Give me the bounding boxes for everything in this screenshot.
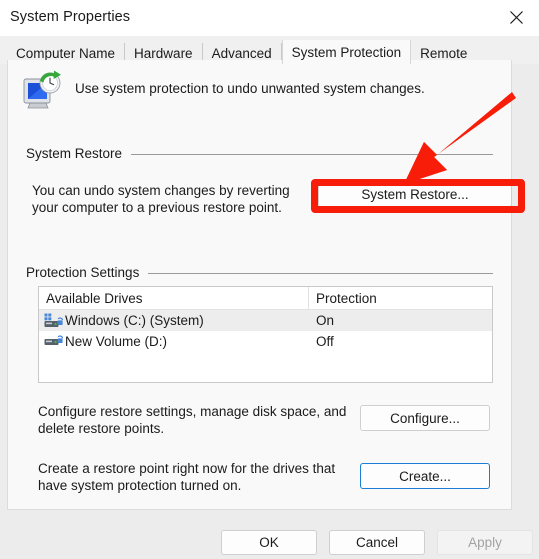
tab-label: System Protection xyxy=(291,44,402,60)
title-bar: System Properties xyxy=(0,0,539,36)
column-header-protection[interactable]: Protection xyxy=(309,287,492,309)
tab-label: Remote xyxy=(420,46,468,61)
cell-protection: Off xyxy=(316,334,334,349)
panel-header: Use system protection to undo unwanted s… xyxy=(20,70,500,112)
drive-label: New Volume (D:) xyxy=(65,334,168,349)
system-protection-icon xyxy=(23,70,61,109)
create-description: Create a restore point right now for the… xyxy=(38,461,336,493)
table-header-row: Available Drives Protection xyxy=(39,287,492,310)
drive-label: Windows (C:) (System) xyxy=(65,313,204,328)
drive-icon xyxy=(44,335,63,345)
cell-drive: Windows (C:) (System) xyxy=(39,313,309,328)
system-restore-button[interactable]: System Restore... xyxy=(318,182,512,207)
tab-label: Hardware xyxy=(134,46,193,61)
protection-settings-group-rule xyxy=(148,273,493,274)
system-restore-group-rule xyxy=(131,154,493,155)
table-row[interactable]: New Volume (D:) Off xyxy=(39,331,492,352)
tab-content-panel: Use system protection to undo unwanted s… xyxy=(7,60,512,510)
ok-button[interactable]: OK xyxy=(221,530,317,555)
configure-button[interactable]: Configure... xyxy=(360,405,490,431)
tab-label: Advanced xyxy=(211,46,272,61)
column-header-available-drives[interactable]: Available Drives xyxy=(39,287,309,309)
protection-settings-group-label: Protection Settings xyxy=(26,265,147,280)
tab-label: Computer Name xyxy=(16,46,116,61)
apply-button[interactable]: Apply xyxy=(437,530,533,555)
drives-table[interactable]: Available Drives Protection Windows (C:)… xyxy=(38,286,493,383)
panel-header-description: Use system protection to undo unwanted s… xyxy=(75,81,425,96)
cell-protection: On xyxy=(316,313,335,328)
tab-system-protection[interactable]: System Protection xyxy=(281,40,412,64)
window-title: System Properties xyxy=(10,9,131,25)
windows-drive-icon xyxy=(44,313,63,327)
close-icon[interactable] xyxy=(494,0,539,34)
configure-description: Configure restore settings, manage disk … xyxy=(38,404,347,436)
system-restore-description: You can undo system changes by reverting… xyxy=(32,183,290,215)
cell-drive: New Volume (D:) xyxy=(39,334,309,349)
cancel-button[interactable]: Cancel xyxy=(329,530,425,555)
table-row[interactable]: Windows (C:) (System) On xyxy=(39,310,492,331)
system-properties-window: System Properties Computer Name Hardware… xyxy=(0,0,539,559)
system-restore-group-label: System Restore xyxy=(26,146,130,161)
create-button[interactable]: Create... xyxy=(360,463,490,489)
